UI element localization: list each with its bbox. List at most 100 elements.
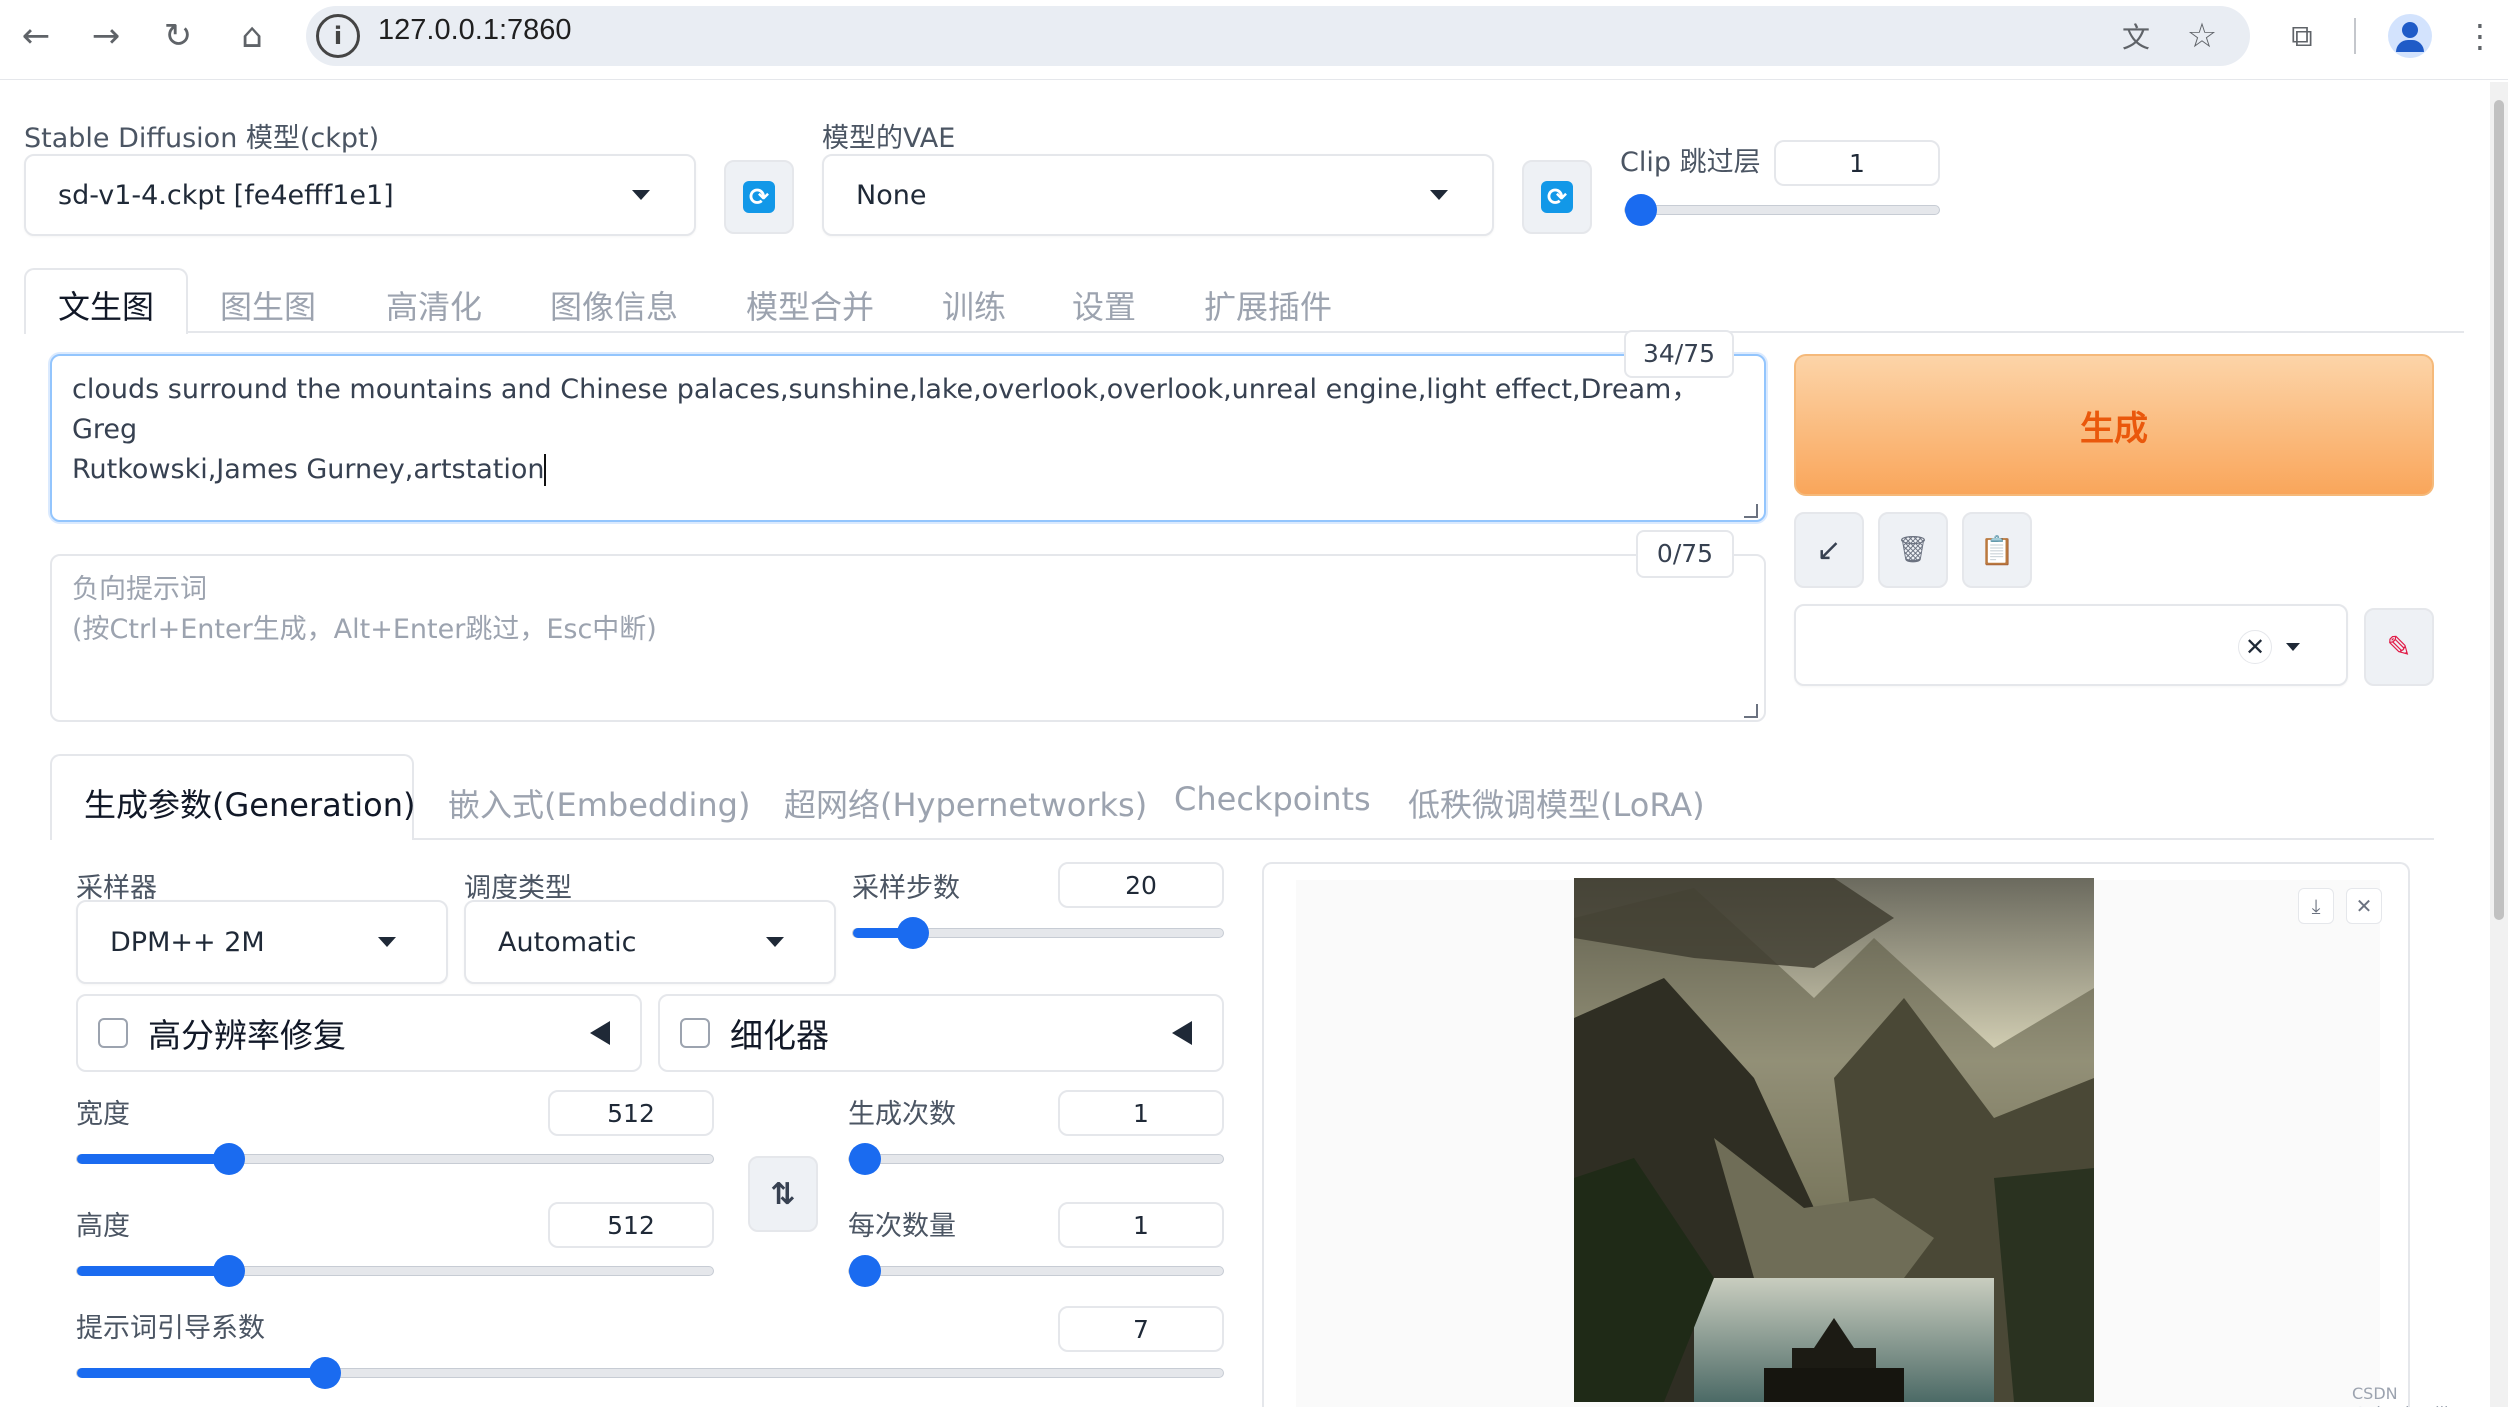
translate-icon[interactable]: 文 bbox=[2114, 14, 2158, 58]
ckpt-value: sd-v1-4.ckpt [fe4efff1e1] bbox=[58, 179, 394, 211]
refiner-label: 细化器 bbox=[730, 1016, 829, 1055]
schedule-dropdown[interactable]: Automatic bbox=[464, 900, 836, 984]
height-number-input[interactable]: 512 bbox=[548, 1202, 714, 1248]
collapse-arrow-icon[interactable] bbox=[590, 1021, 610, 1045]
sampler-value: DPM++ 2M bbox=[110, 926, 265, 958]
ckpt-dropdown[interactable]: sd-v1-4.ckpt [fe4efff1e1] bbox=[24, 154, 696, 236]
width-label: 宽度 bbox=[76, 1099, 130, 1130]
tab-settings[interactable]: 设置 bbox=[1072, 282, 1136, 328]
subtab-checkpoints[interactable]: Checkpoints bbox=[1174, 780, 1371, 818]
apply-style-button[interactable]: 📋 bbox=[1962, 512, 2032, 588]
reload-icon[interactable]: ↻ bbox=[156, 14, 200, 58]
forward-icon[interactable]: → bbox=[84, 14, 128, 58]
chevron-down-icon bbox=[632, 190, 650, 200]
batch-size-slider-thumb[interactable] bbox=[849, 1255, 881, 1287]
refresh-vae-button[interactable]: ⟳ bbox=[1522, 160, 1592, 234]
profile-icon[interactable] bbox=[2388, 14, 2432, 58]
steps-number-input[interactable]: 20 bbox=[1058, 862, 1224, 908]
height-slider-thumb[interactable] bbox=[213, 1255, 245, 1287]
cfg-number-input[interactable]: 7 bbox=[1058, 1306, 1224, 1352]
edit-styles-button[interactable]: ✎ bbox=[2364, 608, 2434, 686]
clip-slider-thumb[interactable] bbox=[1625, 194, 1657, 226]
clear-prompt-button[interactable]: 🗑 bbox=[1878, 512, 1948, 588]
width-number-input[interactable]: 512 bbox=[548, 1090, 714, 1136]
generated-image[interactable] bbox=[1574, 878, 2094, 1402]
width-slider-thumb[interactable] bbox=[213, 1143, 245, 1175]
refiner-checkbox[interactable] bbox=[680, 1018, 710, 1048]
chevron-down-icon bbox=[2286, 643, 2300, 651]
vae-value: None bbox=[856, 179, 927, 211]
batch-size-slider[interactable] bbox=[848, 1255, 1224, 1287]
steps-label: 采样步数 bbox=[852, 873, 960, 904]
clear-styles-icon[interactable]: ✕ bbox=[2238, 630, 2272, 664]
site-info-icon[interactable]: i bbox=[316, 14, 360, 58]
chevron-down-icon bbox=[1430, 190, 1448, 200]
sampler-dropdown[interactable]: DPM++ 2M bbox=[76, 900, 448, 984]
vae-dropdown[interactable]: None bbox=[822, 154, 1494, 236]
subtab-lora[interactable]: 低秩微调模型(LoRA) bbox=[1408, 780, 1705, 826]
page-scrollbar[interactable] bbox=[2490, 82, 2508, 1407]
hires-fix-label: 高分辨率修复 bbox=[148, 1016, 346, 1055]
styles-dropdown[interactable]: ✕ bbox=[1794, 604, 2348, 686]
swap-dimensions-button[interactable]: ⇅ bbox=[748, 1156, 818, 1232]
cfg-slider[interactable] bbox=[76, 1357, 1224, 1389]
tab-png-info[interactable]: 图像信息 bbox=[550, 282, 678, 328]
vae-label: 模型的VAE bbox=[822, 123, 956, 154]
tab-merge[interactable]: 模型合并 bbox=[746, 282, 874, 328]
back-icon[interactable]: ← bbox=[14, 14, 58, 58]
menu-kebab-icon[interactable]: ⋮ bbox=[2458, 14, 2502, 58]
tab-extensions[interactable]: 扩展插件 bbox=[1204, 282, 1332, 328]
negative-prompt-textarea[interactable]: 负向提示词 (按Ctrl+Enter生成，Alt+Enter跳过，Esc中断) bbox=[50, 554, 1766, 722]
prompt-line-1: clouds surround the mountains and Chines… bbox=[72, 374, 1699, 445]
subtab-generation[interactable]: 生成参数(Generation) bbox=[84, 780, 416, 826]
resize-handle-icon[interactable] bbox=[1744, 504, 1758, 518]
paintbrush-icon: ✎ bbox=[2386, 629, 2412, 665]
width-slider[interactable] bbox=[76, 1143, 714, 1175]
prompt-textarea[interactable]: clouds surround the mountains and Chines… bbox=[50, 354, 1766, 522]
steps-slider-thumb[interactable] bbox=[897, 917, 929, 949]
resize-handle-icon[interactable] bbox=[1744, 704, 1758, 718]
tab-txt2img[interactable]: 文生图 bbox=[58, 282, 154, 328]
address-bar[interactable] bbox=[306, 6, 2250, 66]
download-icon[interactable]: ⤓ bbox=[2298, 888, 2334, 924]
read-params-button[interactable]: ↙ bbox=[1794, 512, 1864, 588]
height-label: 高度 bbox=[76, 1211, 130, 1242]
height-slider[interactable] bbox=[76, 1255, 714, 1287]
subtab-embedding[interactable]: 嵌入式(Embedding) bbox=[448, 780, 750, 826]
scrollbar-thumb[interactable] bbox=[2494, 100, 2504, 920]
hires-fix-checkbox[interactable] bbox=[98, 1018, 128, 1048]
batch-count-number-input[interactable]: 1 bbox=[1058, 1090, 1224, 1136]
batch-count-slider[interactable] bbox=[848, 1143, 1224, 1175]
steps-slider[interactable] bbox=[852, 917, 1224, 949]
batch-count-slider-thumb[interactable] bbox=[849, 1143, 881, 1175]
collapse-arrow-icon[interactable] bbox=[1172, 1021, 1192, 1045]
cfg-label: 提示词引导系数 bbox=[76, 1313, 265, 1344]
tab-extras[interactable]: 高清化 bbox=[386, 282, 482, 328]
clip-number-input[interactable]: 1 bbox=[1774, 140, 1940, 186]
close-icon[interactable]: ✕ bbox=[2346, 888, 2382, 924]
subtab-hypernetworks[interactable]: 超网络(Hypernetworks) bbox=[784, 780, 1147, 826]
batch-size-number-input[interactable]: 1 bbox=[1058, 1202, 1224, 1248]
negative-placeholder-line-1: 负向提示词 bbox=[72, 574, 207, 605]
cfg-slider-fill bbox=[77, 1368, 325, 1378]
generate-button[interactable]: 生成 bbox=[1794, 354, 2434, 496]
clipboard-icon: 📋 bbox=[1979, 533, 2015, 567]
refiner-accordion[interactable]: 细化器 bbox=[658, 994, 1224, 1072]
extensions-icon[interactable]: ⧉ bbox=[2280, 14, 2324, 58]
swap-arrows-icon: ⇅ bbox=[770, 1176, 796, 1212]
clip-slider[interactable] bbox=[1624, 194, 1940, 226]
text-cursor bbox=[544, 454, 547, 486]
url-text[interactable]: 127.0.0.1:7860 bbox=[378, 14, 572, 47]
chevron-down-icon bbox=[378, 937, 396, 947]
cfg-slider-thumb[interactable] bbox=[309, 1357, 341, 1389]
bookmark-star-icon[interactable]: ☆ bbox=[2180, 14, 2224, 58]
arrow-down-left-icon: ↙ bbox=[1816, 532, 1842, 568]
tab-train[interactable]: 训练 bbox=[942, 282, 1006, 328]
refresh-ckpt-button[interactable]: ⟳ bbox=[724, 160, 794, 234]
hires-fix-accordion[interactable]: 高分辨率修复 bbox=[76, 994, 642, 1072]
prompt-token-counter: 34/75 bbox=[1624, 330, 1734, 378]
home-icon[interactable]: ⌂ bbox=[230, 14, 274, 58]
clip-label: Clip 跳过层 bbox=[1620, 147, 1761, 178]
negative-token-counter: 0/75 bbox=[1636, 530, 1734, 578]
tab-img2img[interactable]: 图生图 bbox=[220, 282, 316, 328]
